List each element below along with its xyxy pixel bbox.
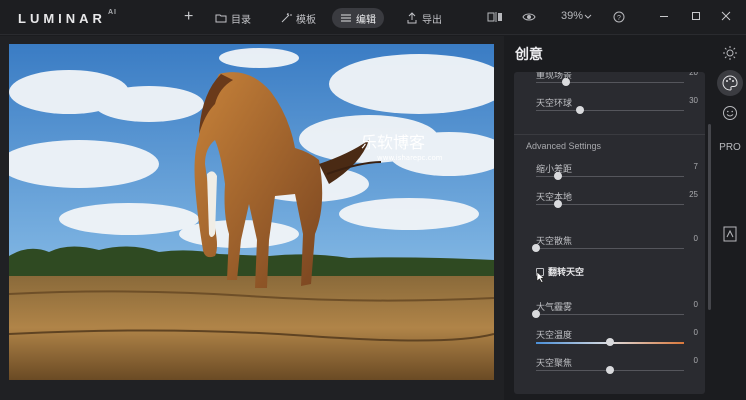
- maximize-button[interactable]: [692, 12, 700, 20]
- close-icon[interactable]: [721, 11, 731, 21]
- slider-value: 20: [689, 72, 698, 77]
- slider-knob[interactable]: [576, 106, 585, 114]
- section-divider: [514, 134, 705, 135]
- slider-value: 7: [693, 162, 698, 171]
- sun-icon: [723, 46, 737, 60]
- slider-knob[interactable]: [606, 338, 614, 346]
- essentials-tab[interactable]: [717, 40, 743, 66]
- templates-tab[interactable]: 模板: [272, 8, 324, 28]
- slider-row: 重现场景 20: [536, 72, 698, 92]
- eye-icon[interactable]: [522, 11, 536, 23]
- slider-value: 25: [689, 190, 698, 199]
- creative-panel: 重现场景 20 天空环球 30 缩小差距 7 天空本地 25 天空散焦 0 大气霾雾 0 天空温度 0 天空…: [514, 72, 705, 394]
- export-label: 导出: [422, 14, 442, 26]
- slider-label: 大气霾雾: [536, 302, 573, 312]
- sliders-icon: [341, 14, 351, 22]
- slider-value: 0: [693, 356, 698, 365]
- magic-wand-icon: [281, 13, 292, 23]
- horse-photo: 乐软博客 www.isharepc.com: [9, 44, 494, 380]
- slider-value: 0: [693, 234, 698, 243]
- slider-value: 30: [689, 96, 698, 105]
- slider-knob[interactable]: [532, 244, 540, 252]
- creative-tab[interactable]: [717, 70, 743, 96]
- slider-knob[interactable]: [561, 78, 570, 86]
- svg-text:?: ?: [617, 15, 621, 22]
- chevron-down-icon[interactable]: [584, 14, 592, 20]
- slider-knob[interactable]: [554, 200, 563, 208]
- slider-knob[interactable]: [606, 366, 614, 374]
- watermark-url: www.isharepc.com: [377, 154, 443, 162]
- catalog-tab[interactable]: 目录: [207, 8, 259, 28]
- smiley-icon: [723, 106, 737, 120]
- tool-sidebar: PRO: [714, 36, 746, 400]
- layers-tab[interactable]: [717, 221, 743, 247]
- watermark-title: 乐软博客: [361, 133, 425, 152]
- slider-row: 缩小差距 7: [536, 162, 698, 186]
- export-icon: [407, 12, 417, 24]
- top-toolbar: LUMINAR AI + 目录 模板 编辑 导出 39% ?: [0, 0, 746, 35]
- slider-label: 天空温度: [536, 330, 573, 340]
- edit-tab[interactable]: 编辑: [332, 8, 384, 28]
- edit-label: 编辑: [356, 14, 376, 26]
- pro-tab[interactable]: PRO: [717, 134, 743, 160]
- slider-row: 天空本地 25: [536, 190, 698, 214]
- slider-label: 天空聚焦: [536, 358, 573, 368]
- pro-label: PRO: [719, 141, 741, 153]
- advanced-settings-heading: Advanced Settings: [526, 141, 602, 151]
- add-button[interactable]: +: [184, 8, 193, 26]
- app-brand: LUMINAR AI: [18, 9, 117, 26]
- panel-title: 创意: [515, 46, 543, 62]
- slider-label: 天空散焦: [536, 236, 573, 246]
- export-tab[interactable]: 导出: [398, 8, 450, 28]
- mouse-cursor-icon: [536, 271, 545, 283]
- slider-row: 天空环球 30: [536, 96, 698, 120]
- slider-track[interactable]: [536, 110, 684, 111]
- slider-row: 天空散焦 0: [532, 234, 698, 258]
- slider-row: 天空温度 0: [536, 328, 698, 352]
- compare-icon[interactable]: [487, 11, 503, 23]
- flip-sky-label: 翻转天空: [548, 267, 585, 277]
- slider-track[interactable]: [536, 248, 684, 249]
- templates-label: 模板: [296, 14, 316, 26]
- layers-icon: [723, 226, 737, 242]
- slider-knob[interactable]: [532, 310, 540, 318]
- folder-icon: [215, 14, 227, 23]
- slider-knob[interactable]: [554, 172, 563, 180]
- slider-value: 0: [693, 328, 698, 337]
- slider-row: 天空聚焦 0: [536, 356, 698, 380]
- zoom-level[interactable]: 39%: [561, 10, 583, 22]
- portrait-tab[interactable]: [717, 100, 743, 126]
- help-icon[interactable]: ?: [613, 11, 625, 23]
- catalog-label: 目录: [231, 14, 251, 26]
- slider-row: 大气霾雾 0: [532, 300, 698, 324]
- panel-scrollbar[interactable]: [708, 124, 711, 310]
- slider-track[interactable]: [536, 82, 684, 83]
- palette-icon: [722, 75, 738, 91]
- slider-label: 天空环球: [536, 98, 573, 108]
- slider-value: 0: [693, 300, 698, 309]
- photo-preview[interactable]: 乐软博客 www.isharepc.com: [9, 44, 494, 380]
- slider-track[interactable]: [536, 314, 684, 315]
- minimize-button[interactable]: [660, 16, 668, 17]
